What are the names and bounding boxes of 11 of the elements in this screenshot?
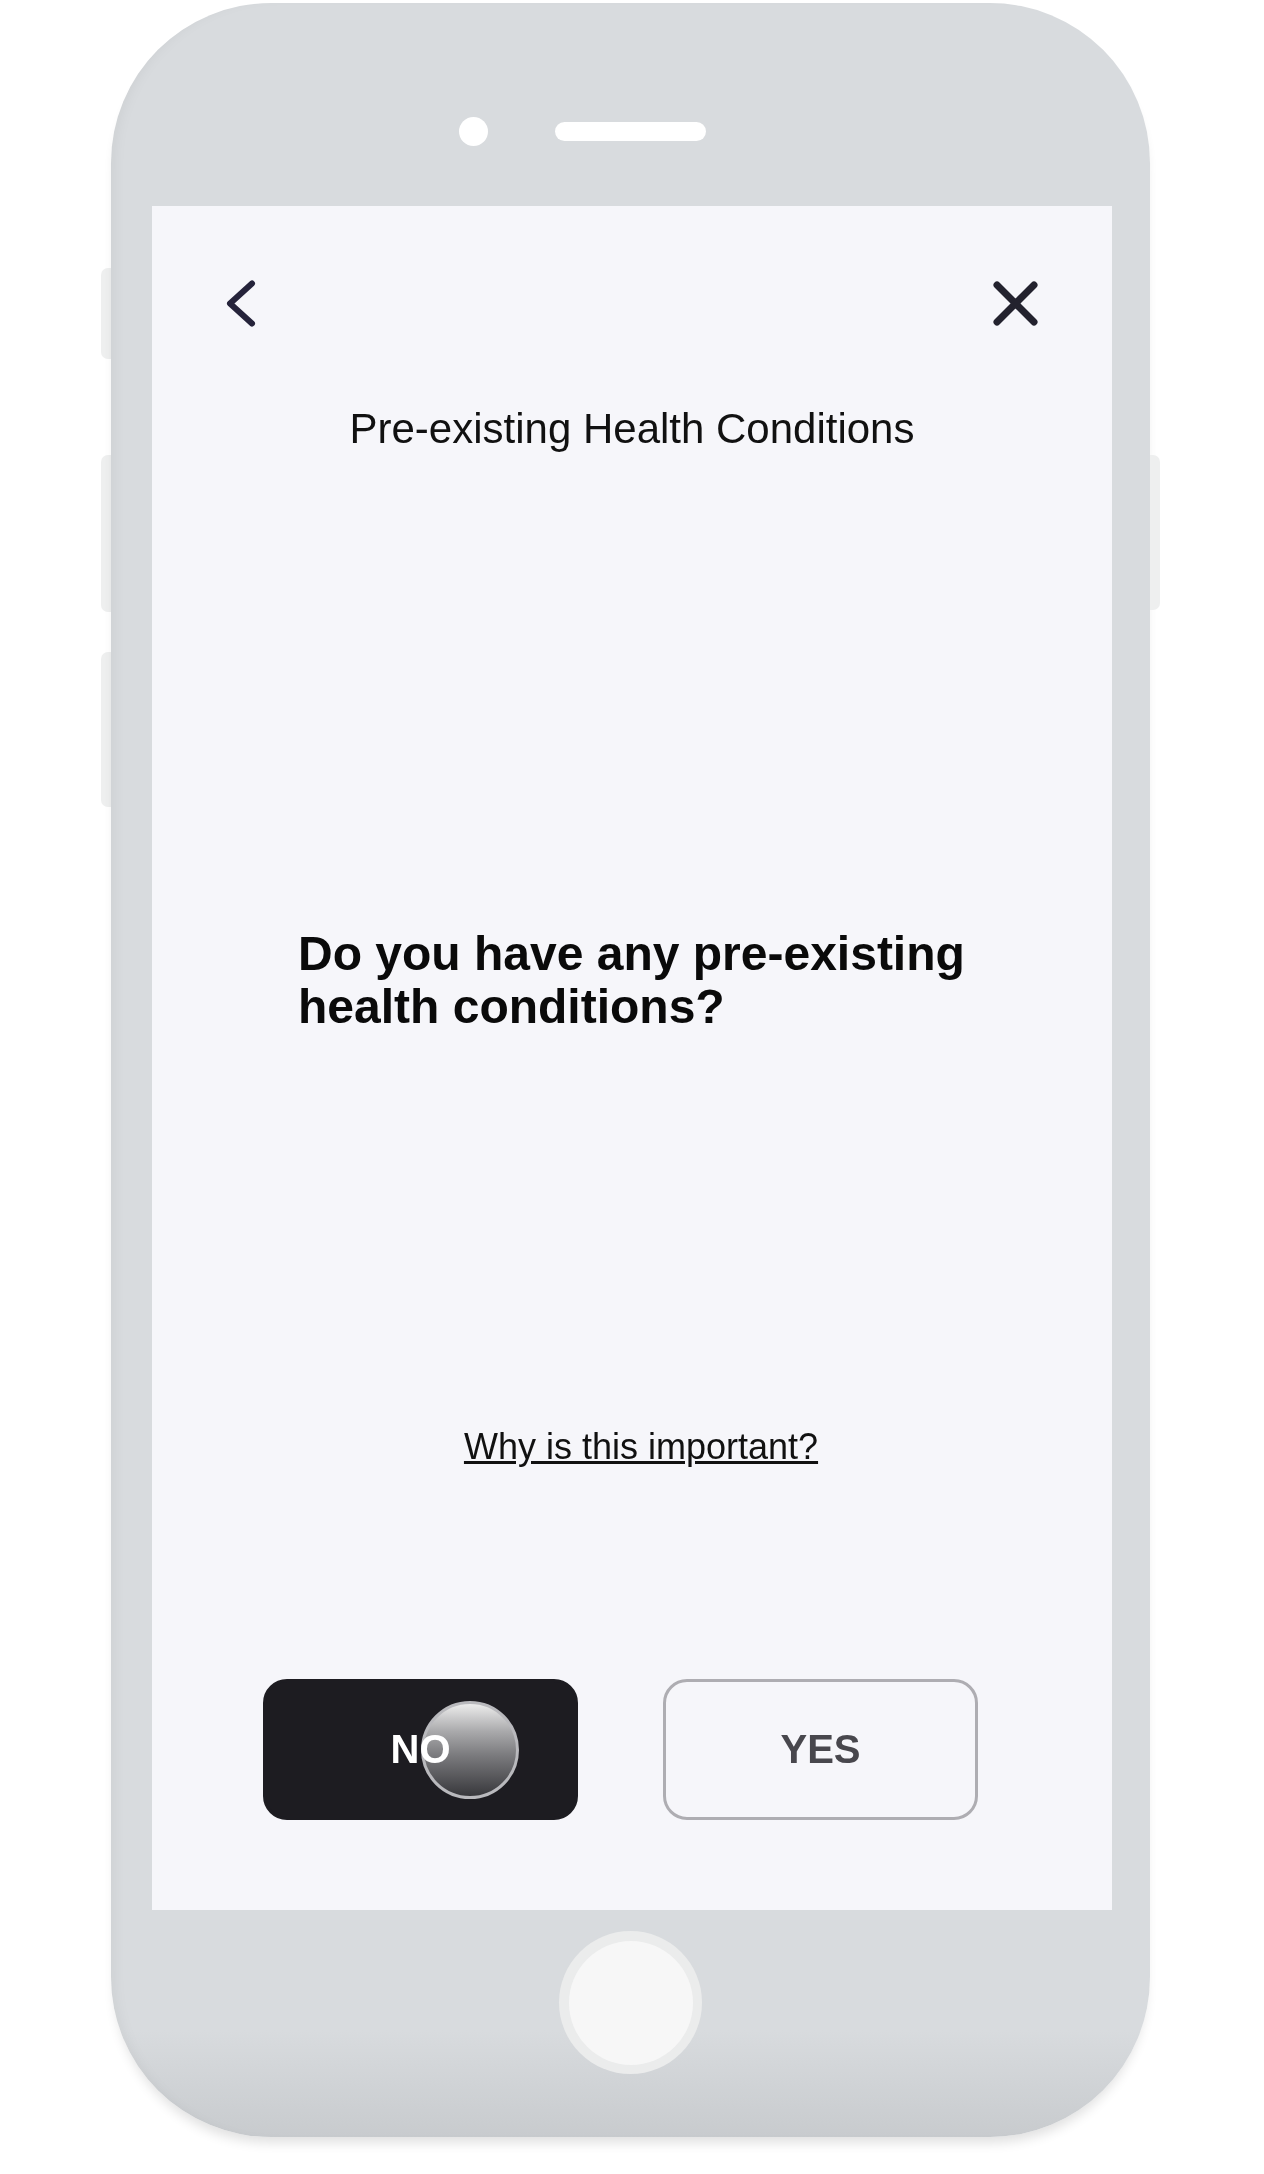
side-button[interactable]	[1150, 455, 1160, 610]
close-icon[interactable]	[993, 281, 1038, 326]
side-button[interactable]	[101, 268, 111, 359]
screen-title: Pre-existing Health Conditions	[349, 405, 915, 453]
side-button[interactable]	[101, 652, 111, 807]
camera-icon	[459, 117, 488, 146]
answer-button[interactable]: YES	[663, 1679, 978, 1820]
back-icon[interactable]	[226, 280, 256, 327]
question-text: Do you have any pre-existing health conditions?	[298, 927, 966, 1033]
side-button[interactable]	[101, 455, 111, 612]
info-link[interactable]: Why is this important?	[463, 1426, 819, 1468]
